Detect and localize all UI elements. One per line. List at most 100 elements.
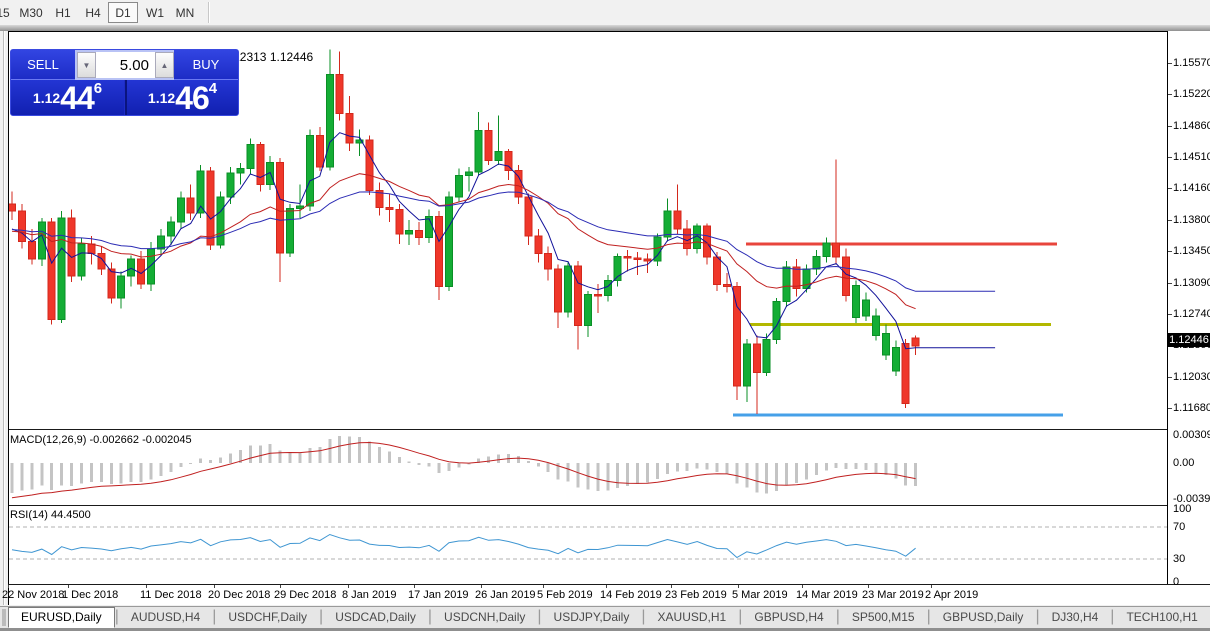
candle-body: [386, 208, 393, 210]
chart-tab-sp500-m15[interactable]: SP500,M15: [840, 607, 927, 628]
price-axis-tick: [1168, 94, 1172, 95]
candle-body: [823, 243, 830, 256]
candle-body: [455, 176, 462, 197]
candle-body: [843, 257, 850, 295]
date-axis-tick: [280, 585, 281, 588]
date-axis-tick: [68, 585, 69, 588]
candle-body: [247, 145, 254, 169]
price-axis-label: 1.13450: [1173, 245, 1210, 257]
candle-body: [882, 334, 889, 355]
date-axis-label: 5 Mar 2019: [732, 589, 788, 601]
candle-body: [296, 206, 303, 209]
chart-tab-tech100-h1[interactable]: TECH100,H1: [1114, 607, 1209, 628]
pane-separator[interactable]: [9, 505, 1167, 506]
candle-body: [346, 114, 353, 143]
date-axis-label: 14 Feb 2019: [600, 589, 662, 601]
date-axis-label: 14 Mar 2019: [796, 589, 858, 601]
macd-axis-label: 0.00: [1173, 457, 1194, 469]
candle-body: [445, 197, 452, 287]
chart-tab-gbpusd-daily[interactable]: GBPUSD,Daily: [931, 607, 1036, 628]
candle-body: [624, 256, 631, 258]
current-price-badge: 1.12446: [1168, 333, 1210, 347]
date-axis-label: 23 Feb 2019: [665, 589, 727, 601]
candle-body: [763, 340, 770, 373]
price-axis-tick: [1168, 314, 1172, 315]
timeframe-button-mn[interactable]: MN: [170, 2, 200, 23]
candle-body: [177, 198, 184, 222]
candle-body: [634, 258, 641, 260]
date-axis-tick: [8, 585, 9, 588]
candle-body: [853, 286, 860, 318]
timeframe-button-d1[interactable]: D1: [108, 2, 138, 23]
candle-body: [148, 249, 155, 284]
candle-body: [237, 169, 244, 173]
rsi-axis-label: 100: [1173, 503, 1191, 515]
candle-body: [465, 172, 472, 176]
ma-medium-red: [12, 174, 916, 309]
timeframe-button-w1[interactable]: W1: [140, 2, 170, 23]
candle-body: [28, 241, 35, 259]
candle-body: [902, 343, 909, 403]
date-axis-tick: [606, 585, 607, 588]
candle-body: [783, 267, 790, 302]
toolbar-separator: [208, 2, 210, 23]
chart-tab-audusd-h4[interactable]: AUDUSD,H4: [119, 607, 212, 628]
date-axis-tick: [146, 585, 147, 588]
chart-tab-usdjpy-daily[interactable]: USDJPY,Daily: [542, 607, 642, 628]
candle-body: [435, 216, 442, 286]
candle-body: [406, 231, 413, 235]
candle-body: [793, 267, 800, 288]
date-axis-separator: [8, 584, 1210, 585]
date-axis-tick: [348, 585, 349, 588]
date-axis-tick: [414, 585, 415, 588]
candle-body: [78, 244, 85, 276]
candle-body: [892, 348, 899, 371]
price-chart-canvas[interactable]: [9, 32, 1167, 429]
candle-body: [88, 244, 95, 254]
date-axis-tick: [543, 585, 544, 588]
date-axis-tick: [481, 585, 482, 588]
date-axis-label: 22 Nov 2018: [2, 589, 64, 601]
candle-body: [118, 276, 125, 298]
candle-body: [316, 136, 323, 167]
candle-body: [733, 286, 740, 385]
candle-body: [58, 218, 65, 319]
date-axis-label: 26 Jan 2019: [475, 589, 536, 601]
price-axis-label: 1.13800: [1173, 214, 1210, 226]
timeframe-toolbar: 15M30H1H4D1W1MN: [0, 0, 1210, 25]
rsi-indicator-canvas[interactable]: [9, 507, 1167, 584]
chart-tab-xauusd-h1[interactable]: XAUUSD,H1: [646, 607, 739, 628]
candle-body: [9, 204, 16, 211]
price-axis-tick: [1168, 377, 1172, 378]
chart-tab-bar: EURUSD,Daily|AUDUSD,H4|USDCHF,Daily|USDC…: [0, 606, 1210, 628]
price-axis-label: 1.13090: [1173, 277, 1210, 289]
candle-body: [565, 266, 572, 312]
pane-separator[interactable]: [9, 429, 1167, 430]
timeframe-button-m30[interactable]: M30: [14, 2, 48, 23]
price-axis-label: 1.14160: [1173, 182, 1210, 194]
chart-tab-usdcnh-daily[interactable]: USDCNH,Daily: [432, 607, 537, 628]
date-axis-label: 1 Dec 2018: [62, 589, 118, 601]
chart-tab-gbpusd-h4[interactable]: GBPUSD,H4: [742, 607, 835, 628]
candle-body: [684, 229, 691, 249]
price-axis-label: 1.15220: [1173, 88, 1210, 100]
date-axis-tick: [802, 585, 803, 588]
date-axis-label: 5 Feb 2019: [537, 589, 593, 601]
timeframe-button-h4[interactable]: H4: [78, 2, 108, 23]
rsi-axis-label: 70: [1173, 521, 1185, 533]
candle-body: [187, 198, 194, 213]
candle-body: [306, 136, 313, 206]
candle-body: [475, 130, 482, 172]
chart-tab-usdchf-daily[interactable]: USDCHF,Daily: [216, 607, 319, 628]
chart-tab-eurusd-daily[interactable]: EURUSD,Daily: [8, 607, 115, 628]
timeframe-button-h1[interactable]: H1: [48, 2, 78, 23]
chart-tab-usdcad-daily[interactable]: USDCAD,Daily: [323, 607, 428, 628]
dock-groove: [3, 31, 5, 605]
candle-body: [594, 294, 601, 296]
price-axis-label: 1.12030: [1173, 371, 1210, 383]
chart-tab-dj30-h4[interactable]: DJ30,H4: [1040, 607, 1111, 628]
candle-body: [535, 236, 542, 254]
macd-signal-line: [12, 443, 916, 498]
date-axis-label: 8 Jan 2019: [342, 589, 396, 601]
candle-body: [207, 171, 214, 245]
